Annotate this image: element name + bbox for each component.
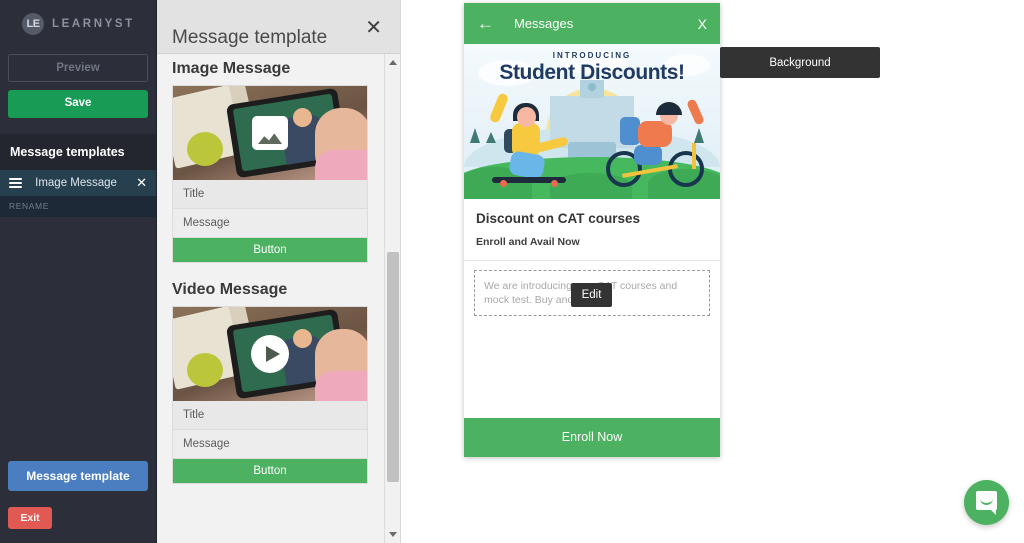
close-icon[interactable]: ✕	[136, 175, 147, 191]
scroll-up-icon[interactable]	[389, 60, 397, 65]
card-button[interactable]: Button	[173, 238, 367, 262]
phone-header-title: Messages	[514, 16, 574, 31]
message-templates-heading: Message templates	[0, 134, 156, 170]
preview-button[interactable]: Preview	[8, 54, 148, 82]
play-icon	[251, 335, 289, 373]
scroll-down-icon[interactable]	[389, 532, 397, 537]
exit-button[interactable]: Exit	[8, 507, 52, 529]
card-title-row[interactable]: Title	[173, 180, 367, 209]
sidebar-item-image-message[interactable]: Image Message ✕	[0, 170, 156, 196]
panel-scrollbar[interactable]	[384, 54, 400, 543]
rename-button[interactable]: RENAME	[0, 196, 156, 217]
card-message-row[interactable]: Message	[173, 430, 367, 459]
enroll-now-button[interactable]: Enroll Now	[464, 418, 720, 458]
phone-preview: ← Messages X INTRODUCING Student Discoun…	[464, 3, 720, 458]
card-button[interactable]: Button	[173, 459, 367, 483]
banner-title: Student Discounts!	[499, 61, 685, 84]
message-title[interactable]: Discount on CAT courses	[464, 199, 720, 226]
image-icon	[252, 116, 288, 150]
template-list-scroll: Image Message Title Message Button Video…	[157, 54, 401, 543]
sidebar-actions: Preview Save	[0, 48, 156, 134]
left-sidebar: LE LEARNYST Preview Save Message templat…	[0, 0, 157, 543]
panel-title: Message template	[172, 27, 328, 48]
scrollbar-thumb[interactable]	[387, 252, 399, 482]
edit-tooltip: Edit	[571, 283, 612, 307]
template-thumbnail	[173, 86, 367, 180]
back-arrow-icon[interactable]: ←	[477, 15, 494, 32]
message-template-panel: Message template ✕ Image Message Title M…	[157, 0, 401, 543]
close-icon[interactable]: ✕	[365, 18, 382, 38]
banner-image[interactable]: INTRODUCING Student Discounts!	[464, 44, 720, 199]
banner-kicker: INTRODUCING	[552, 51, 632, 60]
background-tooltip: Background	[720, 47, 880, 78]
message-body-filler	[464, 316, 720, 418]
learnyst-logo-icon: LE	[22, 13, 44, 35]
section-title-video-message: Video Message	[172, 281, 288, 298]
template-panel-header: Message template ✕	[157, 0, 400, 54]
learnyst-message-template-editor: LE LEARNYST Preview Save Message templat…	[0, 0, 1024, 543]
template-card-video-message[interactable]: Title Message Button	[172, 306, 368, 484]
card-title-row[interactable]: Title	[173, 401, 367, 430]
drag-handle-icon[interactable]	[9, 176, 22, 190]
phone-header: ← Messages X	[464, 3, 720, 44]
cyclist-illustration	[606, 83, 705, 187]
close-icon[interactable]: X	[698, 16, 707, 32]
template-thumbnail	[173, 307, 367, 401]
brand-name: LEARNYST	[52, 18, 135, 30]
banner-text: INTRODUCING Student Discounts!	[464, 51, 720, 85]
sidebar-item-label: Image Message	[35, 177, 117, 189]
save-button[interactable]: Save	[8, 90, 148, 118]
phone-body: Discount on CAT courses Enroll and Avail…	[464, 199, 720, 458]
section-title-image-message: Image Message	[172, 60, 291, 77]
intercom-launcher-button[interactable]	[964, 480, 1009, 525]
template-list: Image Message Title Message Button Video…	[157, 60, 401, 484]
card-message-row[interactable]: Message	[173, 209, 367, 238]
brand-logo: LE LEARNYST	[0, 0, 156, 48]
skateboarder-illustration	[486, 87, 572, 187]
template-card-image-message[interactable]: Title Message Button	[172, 85, 368, 263]
message-subtitle[interactable]: Enroll and Avail Now	[464, 226, 720, 261]
add-message-template-button[interactable]: Message template	[8, 461, 148, 491]
